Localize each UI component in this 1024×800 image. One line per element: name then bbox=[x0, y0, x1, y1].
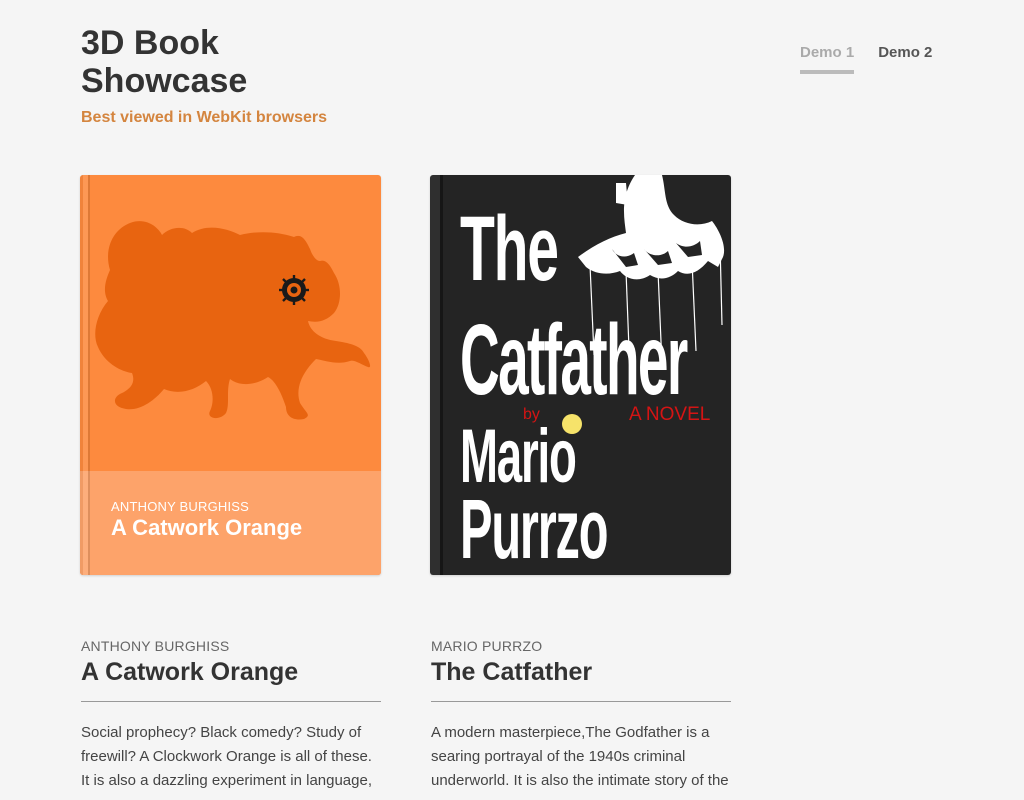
book-title: A Catwork Orange bbox=[81, 658, 381, 702]
book-author: MARIO PURRZO bbox=[431, 638, 543, 654]
cover-word-catfather: Catfather bbox=[460, 304, 688, 416]
cover-author: ANTHONY BURGHISS bbox=[111, 499, 250, 514]
book-cover-catwork-orange[interactable]: ANTHONY BURGHISS A Catwork Orange bbox=[80, 175, 381, 575]
book-spine bbox=[80, 175, 94, 575]
book-description: Social prophecy? Black comedy? Study of … bbox=[81, 724, 373, 789]
book-details-catwork-orange: ANTHONY BURGHISS A Catwork Orange Social… bbox=[81, 638, 381, 793]
book-description: A modern masterpiece,The Godfather is a … bbox=[431, 724, 729, 789]
demo-1-link[interactable]: Demo 1 bbox=[800, 44, 855, 74]
demo-nav: Demo 1 Demo 2 bbox=[800, 44, 956, 74]
page: 3D Book Showcase Best viewed in WebKit b… bbox=[0, 0, 1024, 800]
cover-word-the: The bbox=[460, 198, 559, 300]
book-author: ANTHONY BURGHISS bbox=[81, 638, 230, 654]
cover-title: A Catwork Orange bbox=[111, 515, 303, 540]
cat-illustration bbox=[95, 221, 371, 420]
page-title: 3D Book Showcase bbox=[81, 24, 248, 100]
demo-2-link[interactable]: Demo 2 bbox=[878, 44, 932, 74]
cover-word-novel: A NOVEL bbox=[629, 404, 711, 425]
book-cover-catfather[interactable]: The Catfather by A NOVEL Mario Purrzo bbox=[430, 175, 731, 575]
book-spine bbox=[430, 175, 446, 575]
cover-word-purrzo: Purrzo bbox=[460, 482, 608, 575]
book-title: The Catfather bbox=[431, 658, 731, 702]
page-subtitle: Best viewed in WebKit browsers bbox=[81, 109, 327, 126]
book-details-catfather: MARIO PURRZO The Catfather A modern mast… bbox=[431, 638, 731, 793]
